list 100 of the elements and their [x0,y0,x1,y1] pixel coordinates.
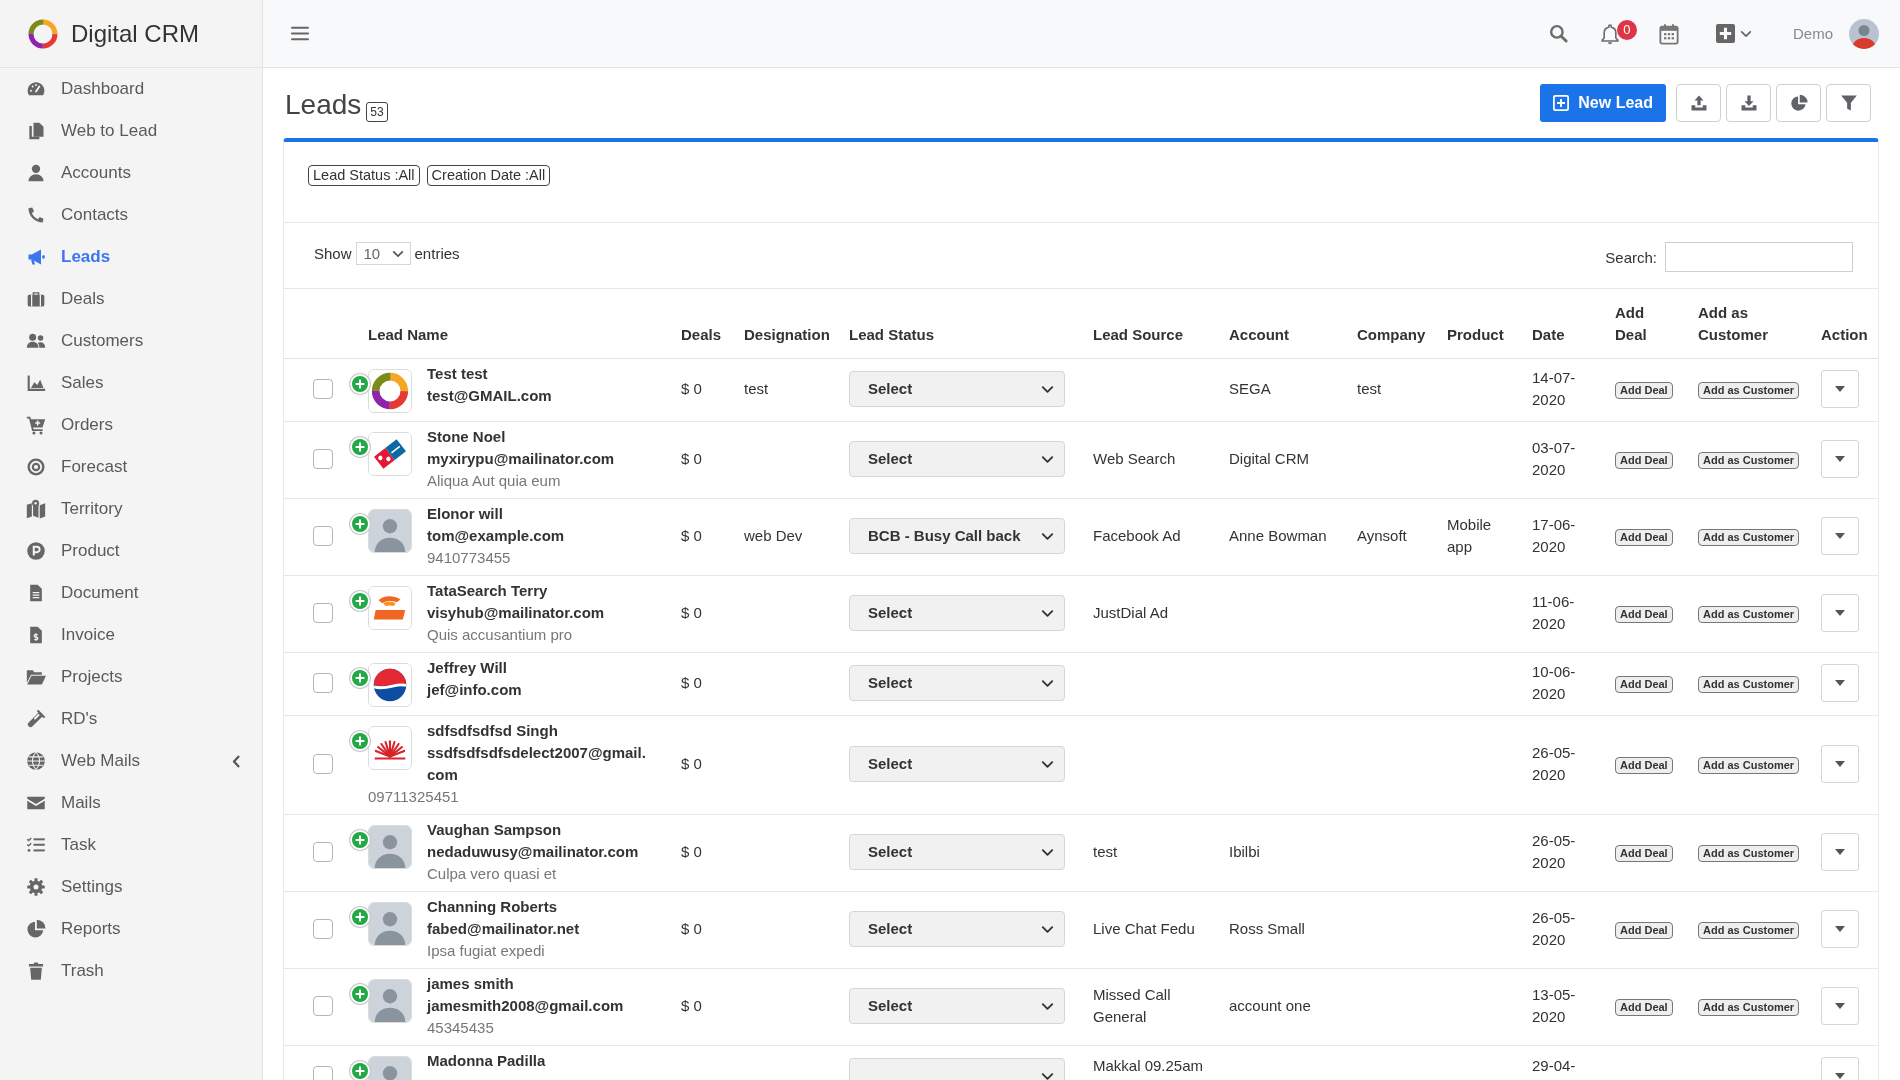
sidebar-item[interactable]: Web Mails [0,740,262,782]
add-customer-button[interactable]: Add as Customer [1698,845,1800,862]
add-customer-button[interactable]: Add as Customer [1698,676,1800,693]
lead-status-select[interactable]: Select [849,911,1065,947]
sidebar-item[interactable]: Projects [0,656,262,698]
add-icon[interactable] [349,1060,371,1080]
row-checkbox[interactable] [313,996,333,1016]
cart-icon [26,415,46,435]
add-icon[interactable] [349,590,371,612]
add-icon[interactable] [349,829,371,851]
add-deal-button[interactable]: Add Deal [1615,757,1673,774]
person-avatar-icon [368,825,412,869]
add-deal-button[interactable]: Add Deal [1615,452,1673,469]
column-header[interactable]: Deals [681,324,720,346]
add-customer-button[interactable]: Add as Customer [1698,606,1800,623]
add-customer-button[interactable]: Add as Customer [1698,999,1800,1016]
sidebar-item[interactable]: Web to Lead [0,110,262,152]
add-menu-button[interactable] [1716,24,1752,43]
lead-status-select[interactable]: Select [849,834,1065,870]
column-header[interactable]: Lead Name [368,324,657,346]
row-checkbox[interactable] [313,842,333,862]
search-icon[interactable] [1549,24,1568,43]
add-customer-button[interactable]: Add as Customer [1698,382,1800,399]
sidebar-item[interactable]: Accounts [0,152,262,194]
add-icon[interactable] [349,436,371,458]
column-header[interactable]: Add as Customer [1698,302,1801,346]
column-header[interactable]: Lead Source [1093,324,1209,346]
new-lead-button[interactable]: New Lead [1540,84,1666,122]
person-avatar-icon[interactable] [1849,18,1879,49]
lead-status-select[interactable]: Select [849,441,1065,477]
upload-button[interactable] [1676,84,1721,122]
page-size-select[interactable]: 10 [355,242,411,265]
add-customer-button[interactable]: Add as Customer [1698,757,1800,774]
sidebar-item[interactable]: Customers [0,320,262,362]
sidebar-item[interactable]: Sales [0,362,262,404]
add-icon[interactable] [349,513,371,535]
sidebar-item[interactable]: Product [0,530,262,572]
lead-status-select[interactable]: Select [849,371,1065,407]
filter-chip[interactable]: Creation Date :All [426,165,551,186]
column-header[interactable]: Product [1447,324,1508,346]
sidebar-item[interactable]: Reports [0,908,262,950]
menu-icon[interactable] [291,26,309,41]
sidebar-item[interactable]: Document [0,572,262,614]
add-deal-button[interactable]: Add Deal [1615,529,1673,546]
search-field[interactable] [1665,242,1853,272]
lead-status-select[interactable]: Select [849,988,1065,1024]
sidebar-item[interactable]: Orders [0,404,262,446]
row-checkbox[interactable] [313,379,333,399]
filter-button[interactable] [1826,84,1871,122]
column-header[interactable]: Company [1357,324,1423,346]
add-deal-button[interactable]: Add Deal [1615,606,1673,623]
row-checkbox[interactable] [313,673,333,693]
sidebar-item[interactable]: Territory [0,488,262,530]
chevron-down-icon [1041,453,1054,465]
column-header[interactable]: Lead Status [849,324,1069,346]
add-customer-button[interactable]: Add as Customer [1698,452,1800,469]
add-deal-button[interactable]: Add Deal [1615,382,1673,399]
add-icon[interactable] [349,373,371,395]
add-deal-button[interactable]: Add Deal [1615,922,1673,939]
sidebar-item[interactable]: Contacts [0,194,262,236]
column-header[interactable]: Date [1532,324,1579,346]
sidebar-item[interactable]: Invoice [0,614,262,656]
account-name: Ibilbi [1229,843,1260,860]
row-checkbox[interactable] [313,526,333,546]
add-customer-button[interactable]: Add as Customer [1698,529,1800,546]
add-icon[interactable] [349,730,371,752]
sidebar-item[interactable]: Deals [0,278,262,320]
add-icon[interactable] [349,906,371,928]
filter-chip[interactable]: Lead Status :All [308,165,420,186]
sidebar-item[interactable]: Settings [0,866,262,908]
lead-status-select[interactable]: Select [849,595,1065,631]
add-deal-button[interactable]: Add Deal [1615,845,1673,862]
add-customer-button[interactable]: Add as Customer [1698,922,1800,939]
add-deal-button[interactable]: Add Deal [1615,999,1673,1016]
row-checkbox[interactable] [313,754,333,774]
sidebar-item[interactable]: Task [0,824,262,866]
calendar-icon[interactable] [1659,22,1679,45]
lead-status-select[interactable]: Select [849,746,1065,782]
lead-status-select[interactable]: BCB - Busy Call back [849,518,1065,554]
column-header[interactable]: Account [1229,324,1333,346]
sidebar-item[interactable]: Mails [0,782,262,824]
add-icon[interactable] [349,667,371,689]
sidebar-item[interactable]: Dashboard [0,68,262,110]
column-header[interactable]: Add Deal [1615,302,1674,346]
column-header[interactable]: Action [1821,324,1866,346]
lead-status-select[interactable]: Select [849,665,1065,701]
sidebar-item[interactable]: Leads [0,236,262,278]
chart-button[interactable] [1776,84,1821,122]
sidebar-item[interactable]: Forecast [0,446,262,488]
download-button[interactable] [1726,84,1771,122]
add-icon[interactable] [349,983,371,1005]
sidebar-item[interactable]: Trash [0,950,262,992]
row-checkbox[interactable] [313,449,333,469]
sidebar-item[interactable]: RD's [0,698,262,740]
bell-icon[interactable] [1600,22,1620,45]
row-checkbox[interactable] [313,919,333,939]
deal-amount: $ 0 [681,755,702,772]
row-checkbox[interactable] [313,603,333,623]
add-deal-button[interactable]: Add Deal [1615,676,1673,693]
row-checkbox[interactable] [313,1066,333,1080]
